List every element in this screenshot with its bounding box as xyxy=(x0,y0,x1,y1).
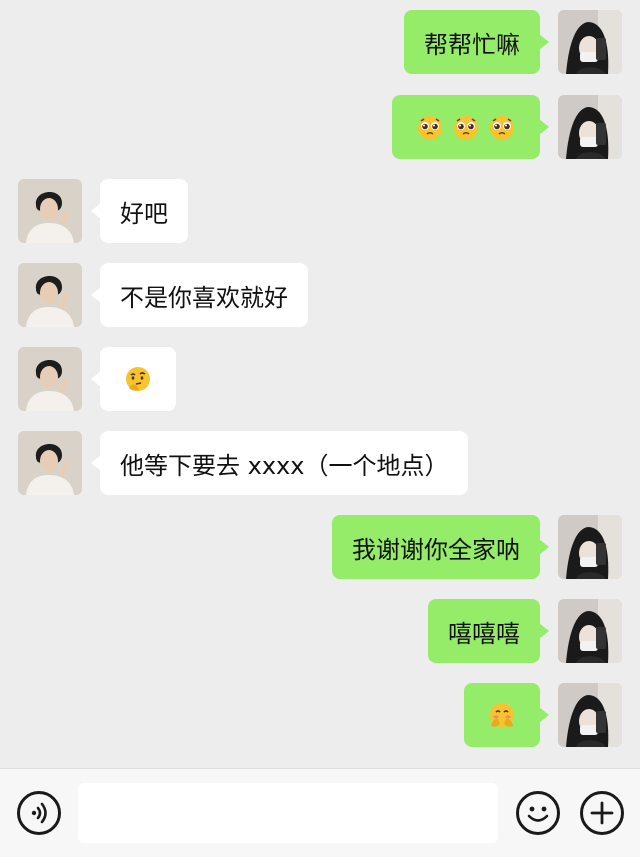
add-button[interactable] xyxy=(580,791,624,835)
emoji-button[interactable] xyxy=(516,791,560,835)
avatar-me[interactable] xyxy=(558,10,622,74)
message-text: 我谢谢你全家呐 xyxy=(352,535,520,564)
message-row: 他等下要去 xxxx（一个地点） xyxy=(0,431,640,495)
avatar-other[interactable] xyxy=(18,179,82,243)
pleading-face-icon xyxy=(487,112,517,142)
voice-icon xyxy=(31,802,47,824)
emoji-icon xyxy=(527,806,549,822)
thinking-face-icon xyxy=(123,364,153,394)
avatar-me[interactable] xyxy=(558,599,622,663)
message-text: 嘻嘻嘻 xyxy=(448,619,520,648)
message-row: 我谢谢你全家呐 xyxy=(0,515,640,579)
message-row xyxy=(0,347,640,411)
input-bar xyxy=(0,768,640,857)
avatar-other[interactable] xyxy=(18,347,82,411)
message-text: 他等下要去 xxxx（一个地点） xyxy=(120,451,449,480)
message-text: 好吧 xyxy=(120,199,168,228)
message-row: 好吧 xyxy=(0,179,640,243)
plus-icon xyxy=(590,801,614,825)
pleading-face-icon xyxy=(451,112,481,142)
avatar-other[interactable] xyxy=(18,263,82,327)
message-bubble[interactable]: 我谢谢你全家呐 xyxy=(332,515,549,579)
message-text: 不是你喜欢就好 xyxy=(120,283,288,312)
avatar-me[interactable] xyxy=(558,683,622,747)
message-bubble[interactable]: 嘻嘻嘻 xyxy=(428,599,549,663)
message-bubble[interactable] xyxy=(392,95,549,159)
avatar-me[interactable] xyxy=(558,95,622,159)
message-bubble[interactable]: 好吧 xyxy=(91,179,188,243)
message-bubble[interactable]: 他等下要去 xxxx（一个地点） xyxy=(90,431,469,495)
chat-area: 帮帮忙嘛 好吧 不是你喜欢就好 他等下要去 xxxx（一个地点） 我谢谢你全家呐… xyxy=(0,0,640,766)
message-row: 帮帮忙嘛 xyxy=(0,10,640,74)
avatar-me[interactable] xyxy=(558,515,622,579)
message-input[interactable] xyxy=(78,783,498,843)
message-row: 不是你喜欢就好 xyxy=(0,263,640,327)
pleading-face-icon xyxy=(415,112,445,142)
message-text: 帮帮忙嘛 xyxy=(424,30,520,59)
message-bubble[interactable]: 不是你喜欢就好 xyxy=(91,263,308,327)
message-row xyxy=(0,683,640,747)
message-row: 嘻嘻嘻 xyxy=(0,599,640,663)
message-bubble[interactable] xyxy=(464,683,549,747)
voice-button[interactable] xyxy=(17,791,61,835)
shy-giggle-face-icon xyxy=(487,700,517,730)
message-row xyxy=(0,95,640,159)
avatar-other[interactable] xyxy=(18,431,82,495)
message-bubble[interactable]: 帮帮忙嘛 xyxy=(404,10,549,74)
message-bubble[interactable] xyxy=(91,347,176,411)
